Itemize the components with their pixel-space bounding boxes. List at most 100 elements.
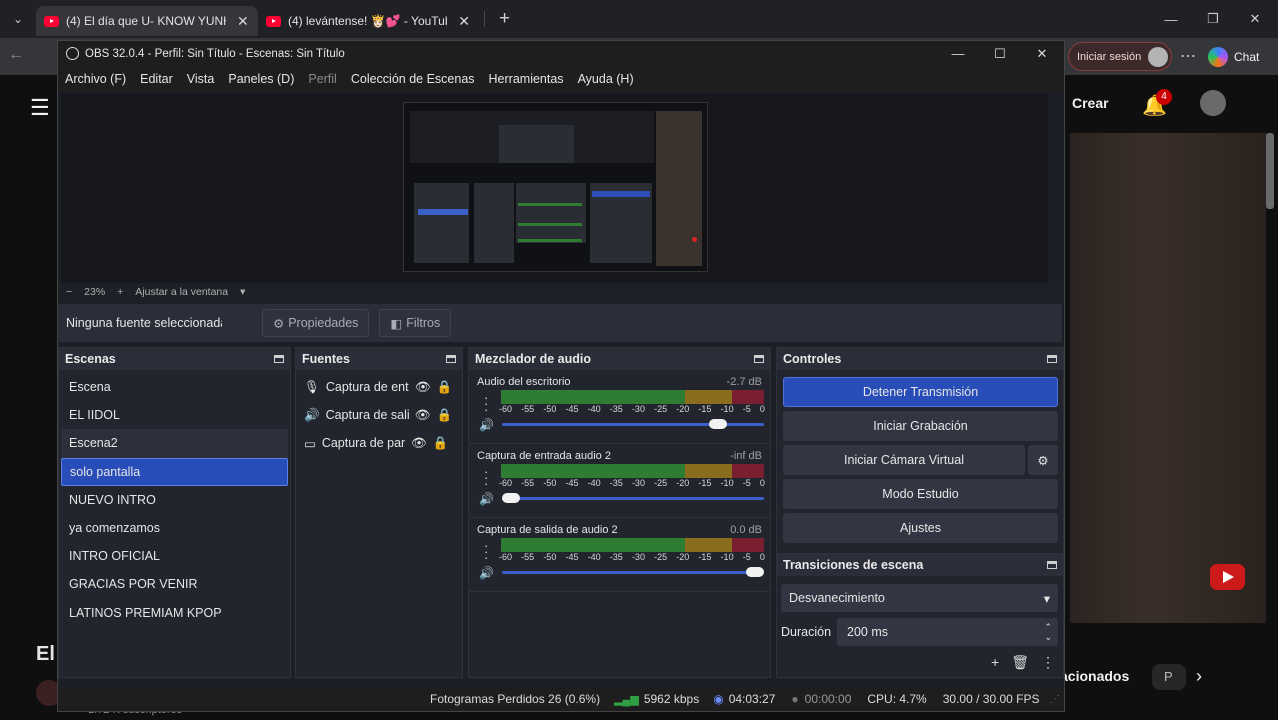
notification-count-badge: 4 <box>1156 89 1172 105</box>
scene-item[interactable]: INTRO OFICIAL <box>61 542 288 570</box>
duration-input[interactable]: 200 ms ⌃ ⌄ <box>837 618 1058 646</box>
trash-icon[interactable]: 🗑 <box>1011 654 1029 671</box>
undock-icon[interactable] <box>446 355 456 363</box>
menu-paneles[interactable]: Paneles (D) <box>221 72 301 86</box>
settings-button[interactable]: Ajustes <box>783 513 1058 543</box>
studio-mode-button[interactable]: Modo Estudio <box>783 479 1058 509</box>
undock-icon[interactable] <box>1047 355 1057 363</box>
related-chip[interactable]: acionados <box>1060 668 1129 684</box>
speaker-icon[interactable]: 🔊 <box>479 492 494 506</box>
browser-tab-2[interactable]: (4) levántense! 👸🏻💕 - YouTube ✕ <box>258 6 478 36</box>
browser-tab-title: (4) levántense! 👸🏻💕 - YouTube <box>288 14 448 28</box>
tab-divider <box>484 11 485 27</box>
meter-tick-label: -10 <box>720 552 734 562</box>
obs-maximize-icon[interactable]: ☐ <box>978 41 1022 66</box>
scene-item[interactable]: GRACIAS POR VENIR <box>61 570 288 598</box>
lock-icon[interactable]: 🔒 <box>437 380 453 395</box>
resize-grip-icon[interactable]: ⋰ <box>1050 694 1060 705</box>
menu-perfil[interactable]: Perfil <box>301 72 343 86</box>
close-tab-icon[interactable]: ✕ <box>237 13 249 30</box>
transition-select[interactable]: Desvanecimiento ▾ <box>781 584 1058 612</box>
zoom-out-button[interactable]: − <box>66 286 72 298</box>
back-arrow-icon[interactable]: ← <box>8 46 24 64</box>
stop-streaming-button[interactable]: Detener Transmisión <box>783 377 1058 407</box>
restore-icon[interactable]: ❐ <box>1190 0 1236 38</box>
properties-button[interactable]: ⚙ Propiedades <box>262 309 370 337</box>
scene-item[interactable]: Escena2 <box>61 429 288 458</box>
copilot-chat-button[interactable]: Chat <box>1208 42 1272 71</box>
youtube-favicon-icon <box>44 15 59 27</box>
eye-icon[interactable]: 👁 <box>415 408 431 423</box>
video-player[interactable] <box>1070 133 1266 623</box>
fit-window-button[interactable]: Ajustar a la ventana <box>135 286 228 298</box>
menu-editar[interactable]: Editar <box>133 72 180 86</box>
undock-icon[interactable] <box>1047 561 1057 569</box>
new-tab-icon[interactable]: + <box>491 8 518 30</box>
speaker-icon[interactable]: 🔊 <box>479 566 494 580</box>
menu-coleccion-escenas[interactable]: Colección de Escenas <box>344 72 482 86</box>
meter-tick-label: -55 <box>521 478 535 488</box>
scene-item[interactable]: ya comenzamos <box>61 514 288 542</box>
scene-item-selected[interactable]: solo pantalla <box>61 457 288 486</box>
close-window-icon[interactable]: ✕ <box>1232 0 1278 38</box>
source-item[interactable]: ▭ Captura de pantalla 👁 🔒 <box>296 429 462 457</box>
minimize-icon[interactable]: — <box>1148 0 1194 38</box>
meter-tick-label: -5 <box>742 404 751 414</box>
scene-item[interactable]: Escena <box>61 373 288 401</box>
meter-tick-label: -25 <box>654 552 668 562</box>
scrollbar-thumb[interactable] <box>1266 133 1274 209</box>
scene-item[interactable]: LATINOS PREMIAM KPOP <box>61 599 288 627</box>
volume-slider[interactable] <box>502 571 764 574</box>
mixer-header: Mezclador de audio <box>469 348 770 370</box>
lock-icon[interactable]: 🔒 <box>436 408 452 423</box>
chevron-right-icon[interactable]: › <box>1196 666 1202 687</box>
zoom-dropdown-icon[interactable]: ▾ <box>240 286 245 298</box>
filter-chip[interactable]: P <box>1152 664 1186 690</box>
signin-button[interactable]: Iniciar sesión <box>1068 42 1172 71</box>
spin-arrows-icon[interactable]: ⌃ ⌄ <box>1044 622 1052 642</box>
channel-menu-icon[interactable]: · · · <box>484 465 490 490</box>
speaker-icon[interactable]: 🔊 <box>479 418 494 432</box>
start-recording-button[interactable]: Iniciar Grabación <box>783 411 1058 441</box>
speaker-icon: 🔊 <box>304 407 320 422</box>
signin-label: Iniciar sesión <box>1077 50 1142 63</box>
kebab-menu-icon[interactable]: ⋮ <box>1041 654 1055 671</box>
close-tab-icon[interactable]: ✕ <box>458 13 470 30</box>
volume-knob[interactable] <box>502 493 520 503</box>
volume-knob[interactable] <box>709 419 728 429</box>
channel-menu-icon[interactable]: · · · <box>484 391 490 416</box>
add-icon[interactable]: + <box>991 654 999 671</box>
source-item[interactable]: 🎙 Captura de entrada de audio 👁 🔒 <box>296 373 462 401</box>
gear-icon[interactable]: ⚙ <box>1028 445 1058 475</box>
scene-item[interactable]: EL IIDOL <box>61 401 288 429</box>
create-button[interactable]: Crear <box>1072 95 1109 111</box>
lock-icon[interactable]: 🔒 <box>433 436 449 451</box>
eye-icon[interactable]: 👁 <box>411 436 427 451</box>
filters-button[interactable]: ◧ Filtros <box>379 309 452 337</box>
hamburger-menu-icon[interactable]: ☰ <box>30 95 50 121</box>
obs-minimize-icon[interactable]: — <box>936 41 980 66</box>
scene-preview[interactable] <box>61 93 1048 283</box>
meter-tick-label: -10 <box>720 478 734 488</box>
volume-slider[interactable] <box>502 497 764 500</box>
scene-item[interactable]: NUEVO INTRO <box>61 486 288 514</box>
source-item[interactable]: 🔊 Captura de salida de audio 👁 🔒 <box>296 401 462 429</box>
tab-search-icon[interactable]: ⌄ <box>0 0 36 38</box>
undock-icon[interactable] <box>754 355 764 363</box>
browser-tab-1[interactable]: (4) El día que U- KNOW YUNHO ca ✕ <box>36 6 258 36</box>
duration-row: Duración 200 ms ⌃ ⌄ <box>781 618 1058 646</box>
menu-vista[interactable]: Vista <box>180 72 222 86</box>
menu-herramientas[interactable]: Herramientas <box>482 72 571 86</box>
obs-close-icon[interactable]: ✕ <box>1020 41 1064 66</box>
virtual-camera-button[interactable]: Iniciar Cámara Virtual <box>783 445 1025 475</box>
volume-knob[interactable] <box>746 567 764 577</box>
eye-icon[interactable]: 👁 <box>415 380 431 395</box>
menu-ayuda[interactable]: Ayuda (H) <box>571 72 641 86</box>
undock-icon[interactable] <box>274 355 284 363</box>
account-avatar[interactable] <box>1200 90 1226 116</box>
zoom-in-button[interactable]: + <box>117 286 123 298</box>
channel-menu-icon[interactable]: · · · <box>484 539 490 564</box>
status-bar: Fotogramas Perdidos 26 (0.6%) ▂▄▆ 5962 k… <box>58 687 1064 711</box>
more-menu-icon[interactable]: ⋯ <box>1180 46 1197 66</box>
menu-archivo[interactable]: Archivo (F) <box>58 72 133 86</box>
